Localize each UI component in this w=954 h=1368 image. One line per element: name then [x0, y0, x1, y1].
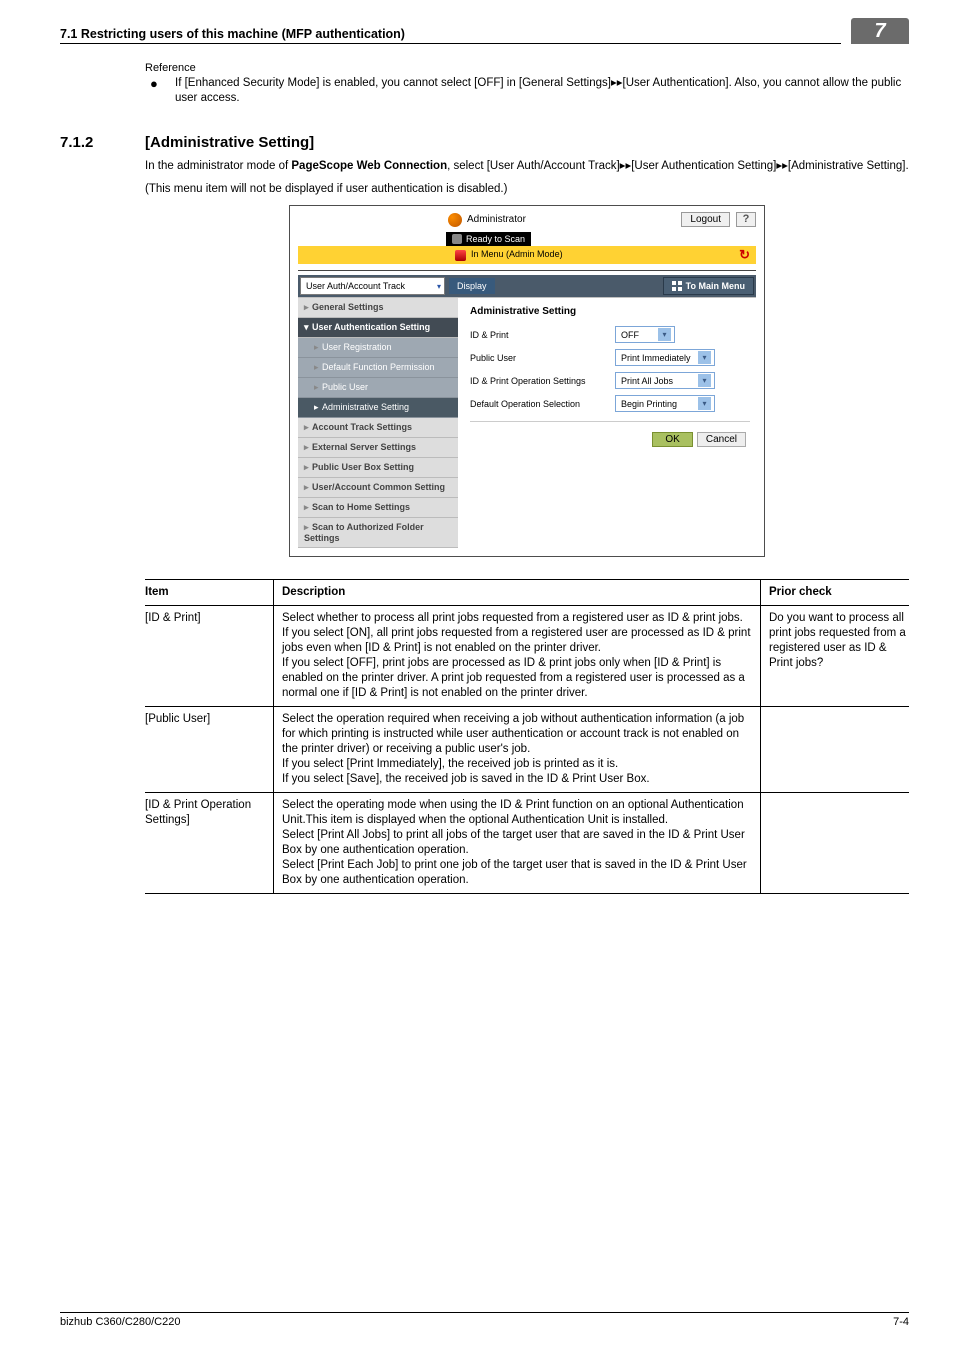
- sidebar-item-general-settings[interactable]: ▸General Settings: [298, 298, 458, 318]
- administrator-icon: [448, 213, 462, 227]
- setting-row-public-user: Public User Print Immediately▾: [470, 346, 750, 369]
- bullet-icon: ●: [145, 76, 175, 106]
- sidebar-item-public-user-box[interactable]: ▸Public User Box Setting: [298, 458, 458, 478]
- sidebar-item-user-account-common[interactable]: ▸User/Account Common Setting: [298, 478, 458, 498]
- setting-row-id-print: ID & Print OFF▾: [470, 323, 750, 346]
- to-main-menu-button[interactable]: To Main Menu: [663, 277, 754, 295]
- setting-row-default-op: Default Operation Selection Begin Printi…: [470, 392, 750, 415]
- col-desc: Description: [274, 580, 761, 606]
- sidebar-item-scan-to-authorized[interactable]: ▸Scan to Authorized Folder Settings: [298, 518, 458, 548]
- chevron-down-icon: ▾: [437, 282, 441, 291]
- ready-to-scan-badge: Ready to Scan: [446, 232, 531, 246]
- table-row: [Public User] Select the operation requi…: [145, 707, 909, 793]
- section-number: 7.1.2: [60, 134, 145, 151]
- sidebar-item-account-track[interactable]: ▸Account Track Settings: [298, 418, 458, 438]
- sidebar: ▸General Settings ▾User Authentication S…: [298, 298, 458, 548]
- section-header: 7.1 Restricting users of this machine (M…: [60, 27, 841, 44]
- setting-row-op-settings: ID & Print Operation Settings Print All …: [470, 369, 750, 392]
- in-menu-label: In Menu (Admin Mode): [471, 249, 563, 259]
- chevron-down-icon: ▾: [698, 397, 711, 410]
- printer-icon: [452, 234, 462, 244]
- chevron-down-icon: ▾: [698, 351, 711, 364]
- section-para-2: (This menu item will not be displayed if…: [145, 182, 909, 197]
- cancel-button[interactable]: Cancel: [697, 432, 746, 447]
- default-op-select[interactable]: Begin Printing▾: [615, 395, 715, 412]
- administrator-label: Administrator: [467, 214, 526, 225]
- chapter-badge: 7: [851, 18, 909, 44]
- ok-button[interactable]: OK: [652, 432, 692, 447]
- public-user-select[interactable]: Print Immediately▾: [615, 349, 715, 366]
- col-prior: Prior check: [761, 580, 910, 606]
- grid-icon: [672, 281, 682, 291]
- footer-right: 7-4: [893, 1316, 909, 1328]
- col-item: Item: [145, 580, 274, 606]
- sidebar-item-public-user[interactable]: ▸Public User: [298, 378, 458, 398]
- sidebar-item-user-auth-setting[interactable]: ▾User Authentication Setting: [298, 318, 458, 338]
- screenshot-panel: Administrator Logout ? Ready to Scan: [289, 205, 765, 557]
- help-button[interactable]: ?: [736, 212, 756, 227]
- footer-left: bizhub C360/C280/C220: [60, 1316, 180, 1328]
- id-print-select[interactable]: OFF▾: [615, 326, 675, 343]
- chevron-down-icon: ▾: [658, 328, 671, 341]
- sidebar-item-default-func-perm[interactable]: ▸Default Function Permission: [298, 358, 458, 378]
- category-dropdown[interactable]: User Auth/Account Track ▾: [300, 277, 445, 295]
- sidebar-item-user-registration[interactable]: ▸User Registration: [298, 338, 458, 358]
- refresh-icon[interactable]: ↻: [739, 247, 750, 263]
- display-button[interactable]: Display: [449, 278, 495, 294]
- document-icon: [455, 250, 466, 261]
- sidebar-item-scan-to-home[interactable]: ▸Scan to Home Settings: [298, 498, 458, 518]
- chevron-down-icon: ▾: [698, 374, 711, 387]
- section-para-1: In the administrator mode of PageScope W…: [145, 159, 909, 174]
- pane-title: Administrative Setting: [470, 302, 750, 323]
- table-row: [ID & Print Operation Settings] Select t…: [145, 793, 909, 894]
- section-title: [Administrative Setting]: [145, 134, 909, 151]
- sidebar-item-administrative-setting[interactable]: ▸Administrative Setting: [298, 398, 458, 418]
- settings-table: Item Description Prior check [ID & Print…: [145, 579, 909, 894]
- reference-text: If [Enhanced Security Mode] is enabled, …: [175, 76, 909, 106]
- main-pane: Administrative Setting ID & Print OFF▾ P…: [458, 298, 756, 548]
- table-row: [ID & Print] Select whether to process a…: [145, 606, 909, 707]
- sidebar-item-external-server[interactable]: ▸External Server Settings: [298, 438, 458, 458]
- op-settings-select[interactable]: Print All Jobs▾: [615, 372, 715, 389]
- logout-button[interactable]: Logout: [681, 212, 730, 227]
- reference-label: Reference: [145, 62, 909, 74]
